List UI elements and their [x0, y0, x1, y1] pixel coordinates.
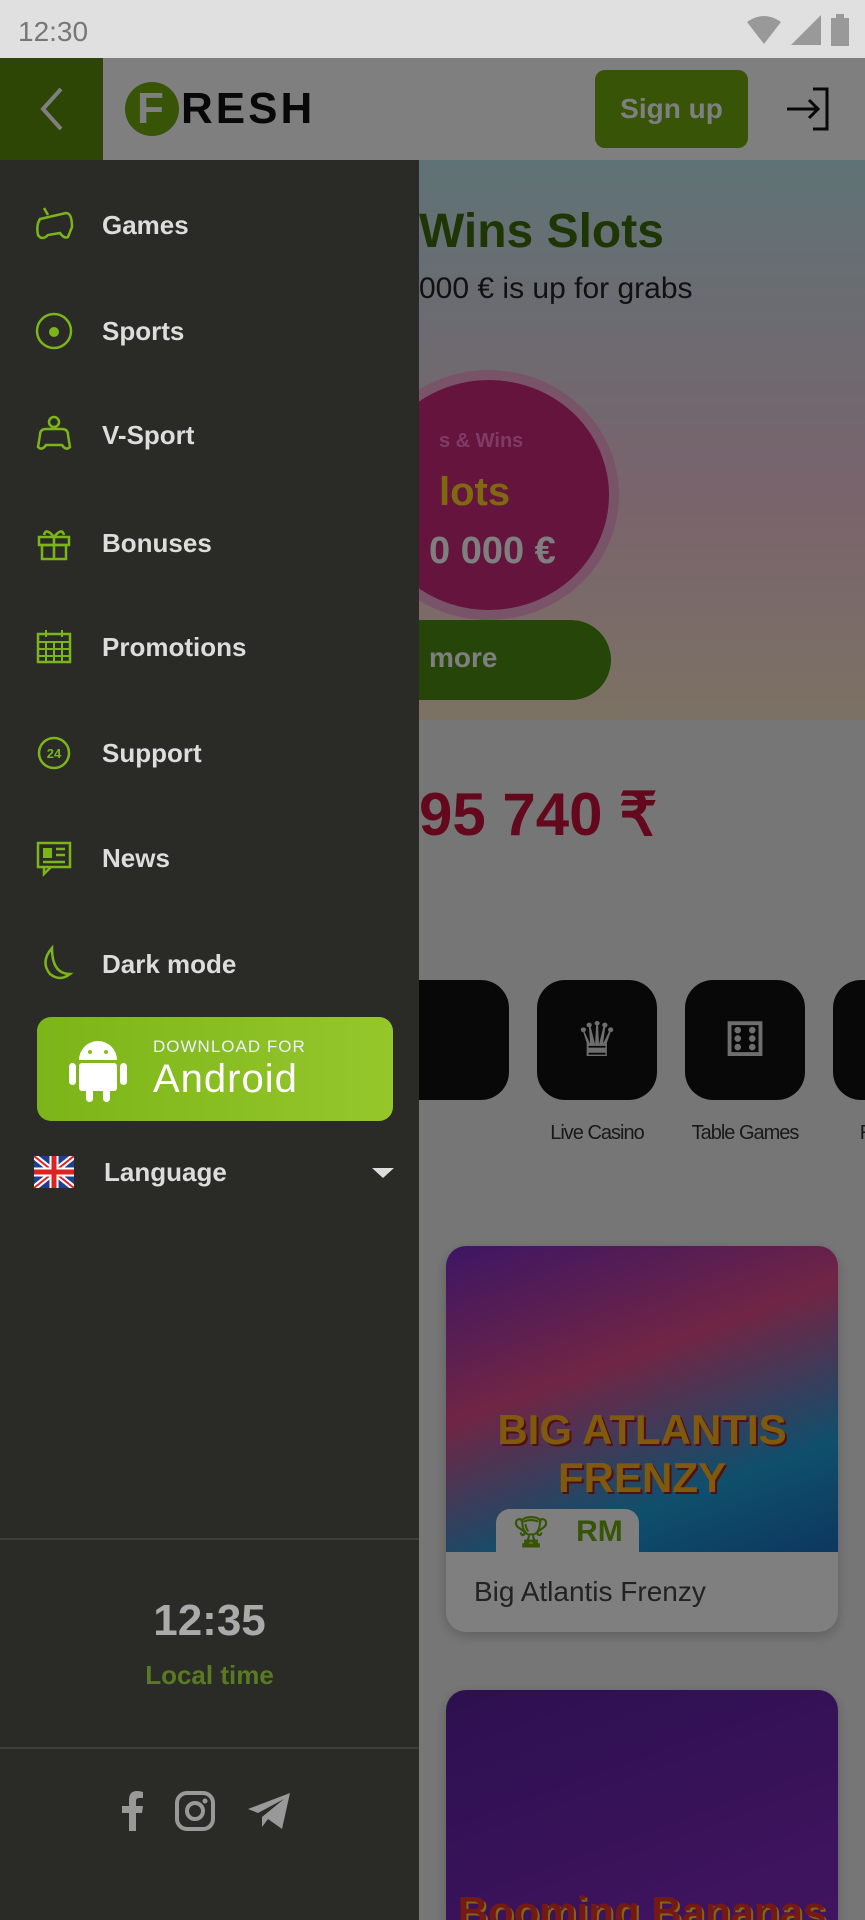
support-24-icon: 24: [37, 736, 71, 770]
moon-icon: [44, 944, 74, 980]
wifi-icon: [747, 16, 781, 44]
instagram-icon[interactable]: [174, 1790, 216, 1832]
sidebar-item-dark-mode[interactable]: Dark mode: [34, 939, 236, 989]
divider: [0, 1747, 419, 1749]
android-big-text: Android: [153, 1056, 298, 1101]
status-time: 12:30: [18, 16, 89, 47]
sidebar-item-label: Bonuses: [102, 527, 212, 558]
local-time-label: Local time: [145, 1660, 274, 1690]
language-label: Language: [104, 1156, 227, 1187]
uk-flag-icon: [34, 1156, 74, 1188]
news-icon: [36, 841, 72, 878]
side-menu: Games Sports V-Sport Bonuses Promotions …: [0, 160, 419, 1920]
gamepad-icon: [36, 207, 74, 240]
download-android-button[interactable]: DOWNLOAD FOR Android: [37, 1017, 393, 1121]
sidebar-item-support[interactable]: 24 Support: [34, 728, 202, 778]
sidebar-item-sports[interactable]: Sports: [34, 306, 184, 356]
calendar-icon: [36, 630, 72, 664]
sidebar-item-bonuses[interactable]: Bonuses: [34, 518, 212, 568]
battery-icon: [831, 14, 849, 46]
sidebar-item-label: Games: [102, 209, 189, 240]
sidebar-item-news[interactable]: News: [34, 833, 170, 883]
virtual-sport-icon: [36, 415, 72, 450]
sidebar-item-label: Promotions: [102, 631, 247, 662]
sidebar-item-label: Dark mode: [102, 948, 237, 979]
android-icon: [69, 1041, 127, 1102]
android-small-text: DOWNLOAD FOR: [153, 1036, 306, 1056]
sidebar-item-label: V-Sport: [102, 419, 195, 450]
soccer-ball-icon: [35, 312, 73, 350]
sidebar-item-v-sport[interactable]: V-Sport: [34, 410, 194, 460]
facebook-icon[interactable]: [120, 1791, 144, 1831]
sidebar-item-label: News: [102, 842, 170, 873]
telegram-icon[interactable]: [246, 1791, 292, 1831]
language-selector[interactable]: Language: [34, 1156, 394, 1188]
sidebar-item-games[interactable]: Games: [34, 200, 189, 250]
social-links: [120, 1790, 292, 1832]
caret-down-icon: [372, 1168, 394, 1178]
sidebar-item-label: Support: [102, 737, 202, 768]
gift-icon: [37, 530, 71, 561]
divider: [0, 1538, 419, 1540]
signal-icon: [791, 15, 821, 45]
svg-text:24: 24: [47, 746, 62, 761]
status-bar: 12:30: [0, 0, 865, 58]
sidebar-item-label: Sports: [102, 315, 185, 346]
sidebar-item-promotions[interactable]: Promotions: [34, 622, 246, 672]
local-time-value: 12:35: [153, 1596, 266, 1645]
